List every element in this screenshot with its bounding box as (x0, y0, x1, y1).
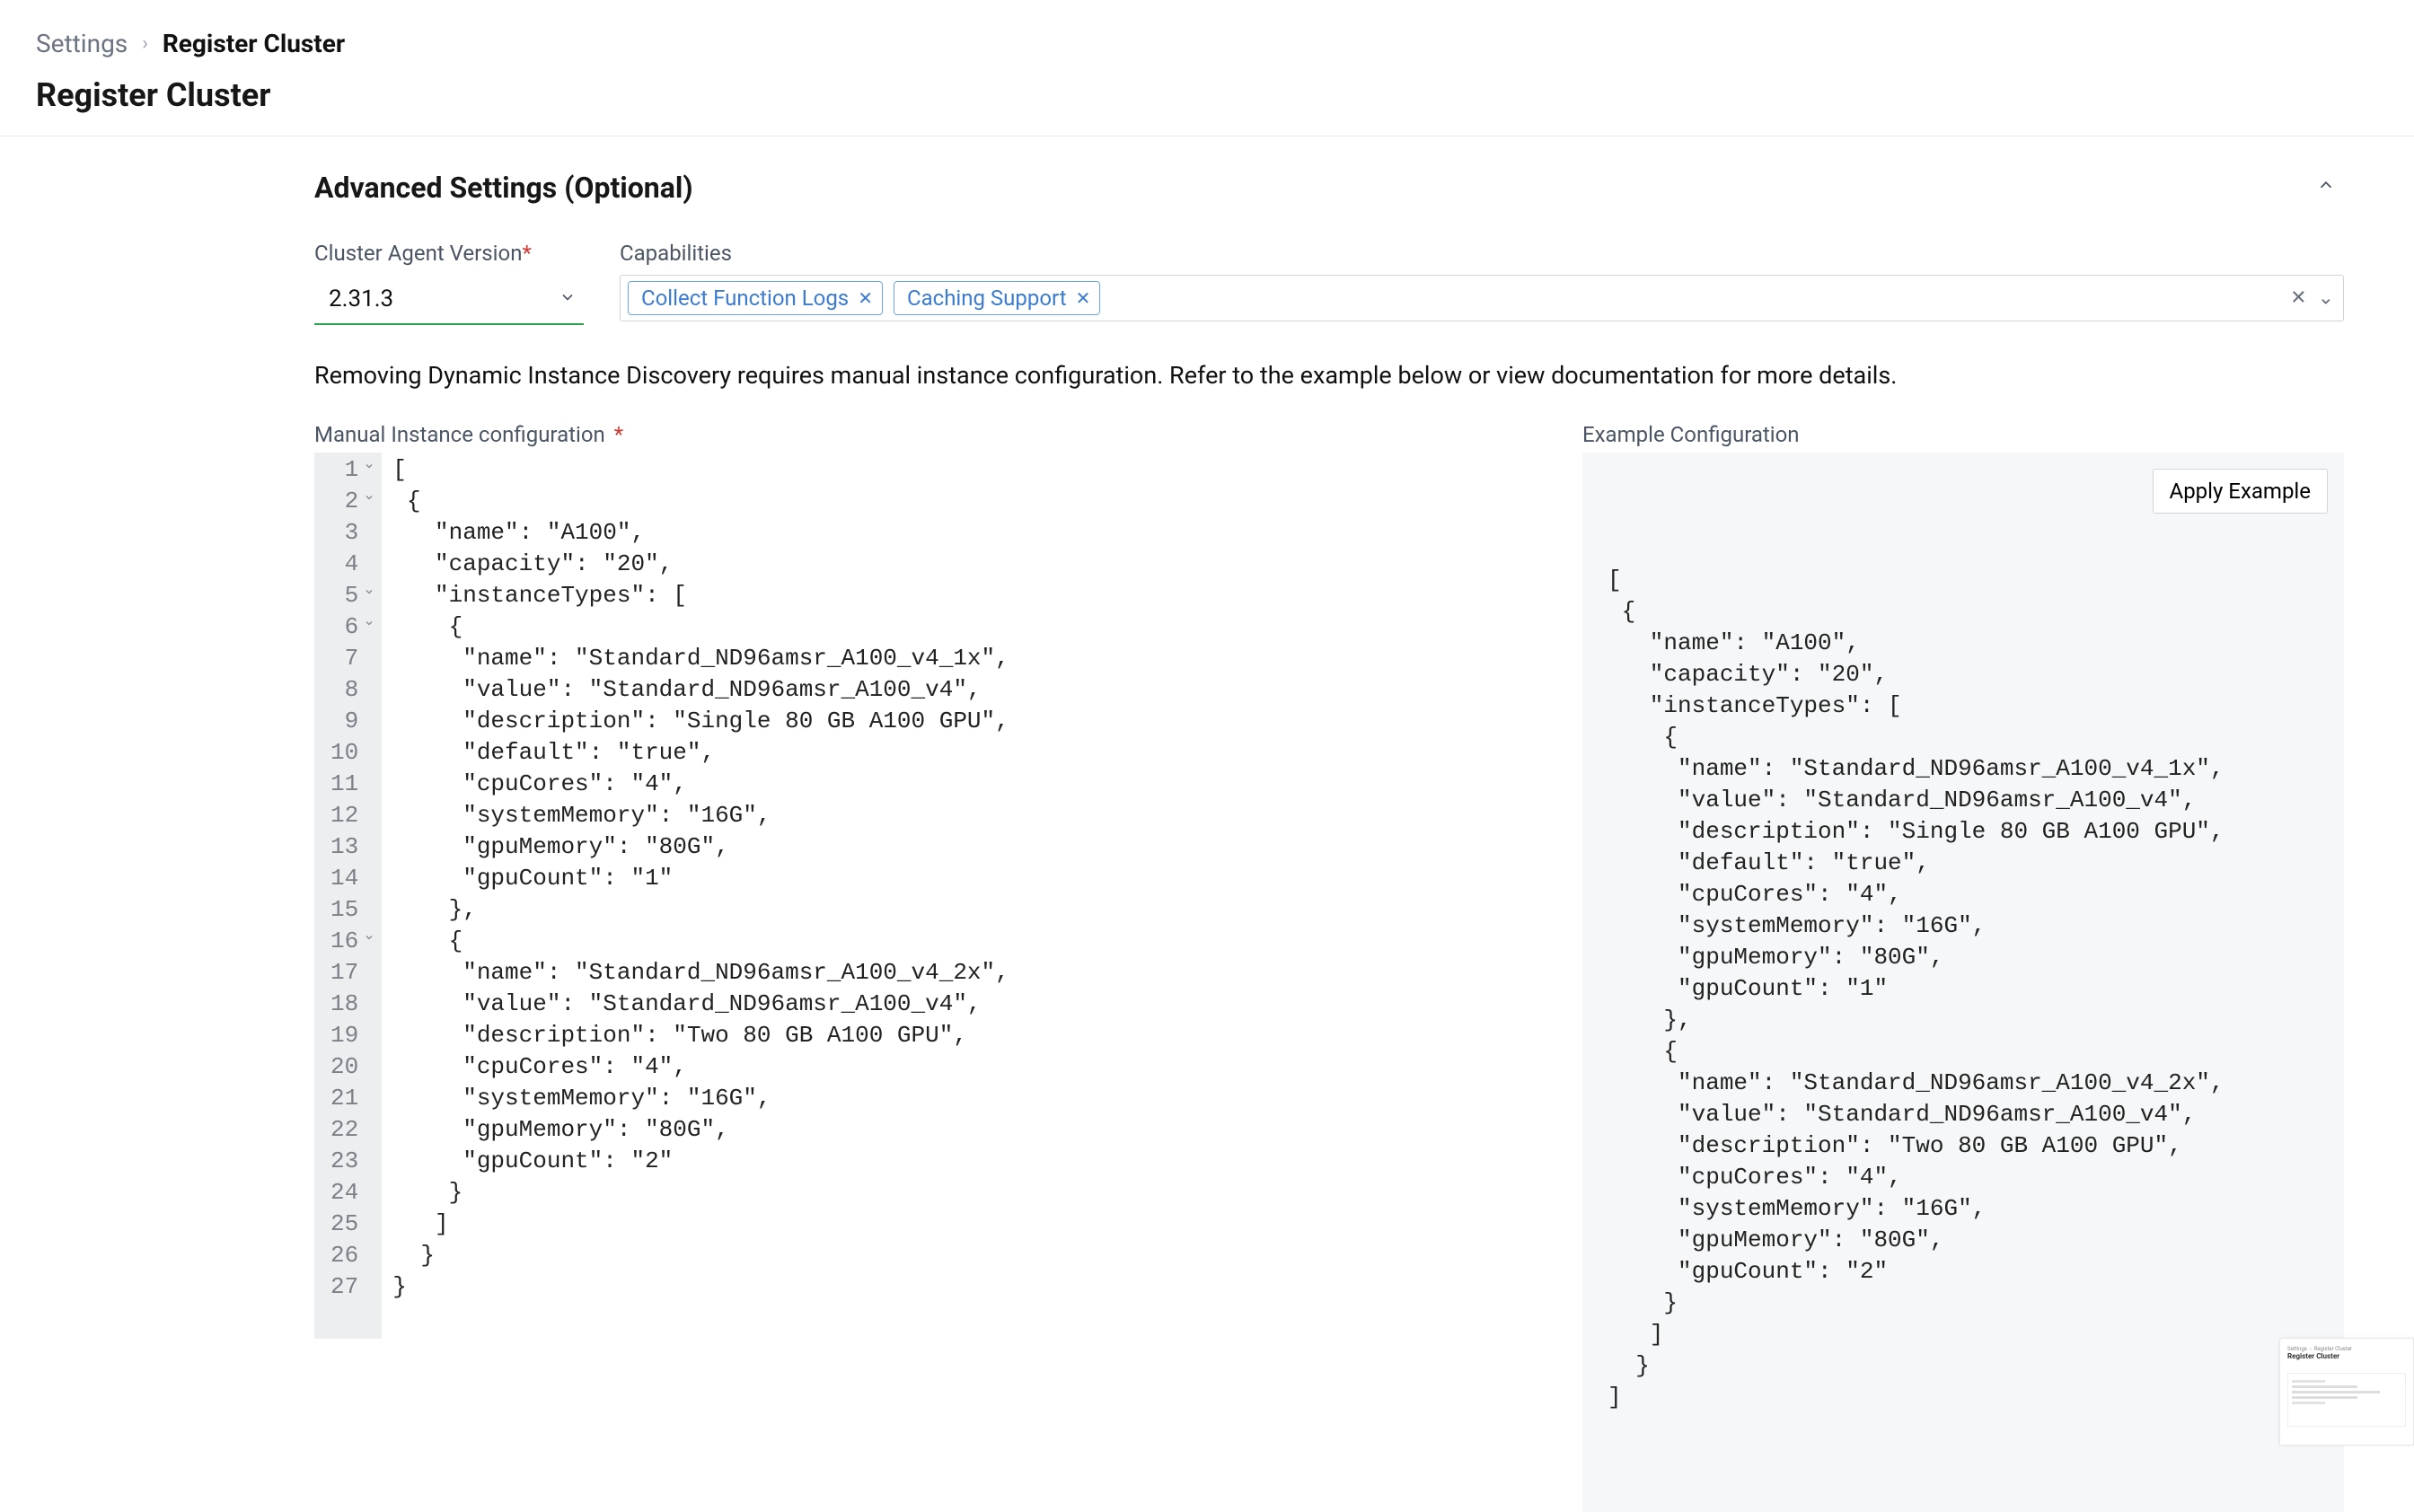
capability-chip[interactable]: Caching Support ✕ (894, 281, 1100, 315)
line-number: 15 (330, 894, 358, 926)
version-label: Cluster Agent Version* (314, 241, 584, 266)
clear-all-icon[interactable]: ✕ (2290, 287, 2306, 310)
line-number: 12 (330, 800, 358, 831)
code-line[interactable]: { (392, 611, 1009, 643)
example-code: [ { "name": "A100", "capacity": "20", "i… (1608, 565, 2322, 1413)
code-line[interactable]: { (392, 486, 1009, 517)
breadcrumb-root[interactable]: Settings (36, 29, 128, 58)
code-line[interactable]: "gpuCount": "2" (392, 1146, 1009, 1177)
line-number: 4 (330, 549, 358, 580)
code-line[interactable]: { (392, 926, 1009, 957)
code-line[interactable]: "description": "Two 80 GB A100 GPU", (392, 1020, 1009, 1051)
code-line[interactable]: "name": "Standard_ND96amsr_A100_v4_2x", (392, 957, 1009, 989)
line-number: 21 (330, 1083, 358, 1114)
manual-config-label: Manual Instance configuration * (314, 422, 1554, 447)
code-line[interactable]: }, (392, 894, 1009, 926)
remove-chip-icon[interactable]: ✕ (1076, 289, 1091, 307)
section-collapse-toggle[interactable] (2308, 175, 2344, 200)
line-number: 2 (330, 486, 358, 517)
chevron-right-icon: › (142, 32, 148, 55)
fold-toggle-icon[interactable] (364, 461, 376, 473)
fold-toggle-icon[interactable] (364, 492, 376, 505)
code-line[interactable]: } (392, 1177, 1009, 1209)
code-line[interactable]: "description": "Single 80 GB A100 GPU", (392, 706, 1009, 737)
line-number: 3 (330, 517, 358, 549)
version-select[interactable]: 2.31.3 (314, 275, 584, 325)
chevron-down-icon[interactable]: ⌄ (2318, 287, 2334, 310)
apply-example-button[interactable]: Apply Example (2153, 469, 2328, 514)
code-line[interactable]: "systemMemory": "16G", (392, 800, 1009, 831)
required-mark: * (614, 422, 623, 447)
code-line[interactable]: "gpuMemory": "80G", (392, 1114, 1009, 1146)
version-value: 2.31.3 (329, 286, 393, 312)
code-line[interactable]: "capacity": "20", (392, 549, 1009, 580)
line-number: 14 (330, 863, 358, 894)
capabilities-input[interactable]: Collect Function Logs ✕ Caching Support ✕ ✕… (620, 275, 2344, 321)
code-line[interactable]: "value": "Standard_ND96amsr_A100_v4", (392, 989, 1009, 1020)
code-line[interactable]: ] (392, 1209, 1009, 1240)
minimap-preview[interactable]: Settings › Register Cluster Register Clu… (2279, 1338, 2414, 1446)
line-number: 22 (330, 1114, 358, 1146)
capabilities-label: Capabilities (620, 241, 2344, 266)
line-number: 13 (330, 831, 358, 863)
breadcrumb: Settings › Register Cluster (0, 0, 2414, 66)
line-number: 10 (330, 737, 358, 769)
line-number: 17 (330, 957, 358, 989)
code-line[interactable]: } (392, 1271, 1009, 1303)
line-number: 26 (330, 1240, 358, 1271)
required-mark: * (522, 241, 531, 266)
remove-chip-icon[interactable]: ✕ (858, 289, 873, 307)
code-line[interactable]: "gpuMemory": "80G", (392, 831, 1009, 863)
line-number: 24 (330, 1177, 358, 1209)
page-title: Register Cluster (0, 66, 2414, 136)
capability-chip[interactable]: Collect Function Logs ✕ (628, 281, 883, 315)
fold-toggle-icon[interactable] (364, 932, 376, 945)
line-number: 11 (330, 769, 358, 800)
code-line[interactable]: "name": "Standard_ND96amsr_A100_v4_1x", (392, 643, 1009, 674)
line-number: 8 (330, 674, 358, 706)
line-number: 1 (330, 454, 358, 486)
breadcrumb-current: Register Cluster (163, 29, 345, 58)
capability-chip-label: Collect Function Logs (641, 286, 849, 311)
line-number: 25 (330, 1209, 358, 1240)
line-number: 19 (330, 1020, 358, 1051)
line-number: 5 (330, 580, 358, 611)
editor-body[interactable]: [ { "name": "A100", "capacity": "20", "i… (382, 453, 1009, 1339)
fold-toggle-icon[interactable] (364, 586, 376, 599)
line-number: 18 (330, 989, 358, 1020)
example-config-label: Example Configuration (1582, 422, 2344, 447)
line-number: 9 (330, 706, 358, 737)
line-number: 23 (330, 1146, 358, 1177)
code-line[interactable]: "cpuCores": "4", (392, 1051, 1009, 1083)
manual-config-editor[interactable]: 1234567891011121314151617181920212223242… (314, 453, 1554, 1339)
example-config-panel: Apply Example [ { "name": "A100", "capac… (1582, 453, 2344, 1512)
code-line[interactable]: "name": "A100", (392, 517, 1009, 549)
section-title: Advanced Settings (Optional) (314, 171, 693, 205)
code-line[interactable]: } (392, 1240, 1009, 1271)
editor-gutter: 1234567891011121314151617181920212223242… (314, 453, 382, 1339)
discovery-note: Removing Dynamic Instance Discovery requ… (314, 361, 2344, 422)
line-number: 16 (330, 926, 358, 957)
line-number: 20 (330, 1051, 358, 1083)
code-line[interactable]: "cpuCores": "4", (392, 769, 1009, 800)
code-line[interactable]: [ (392, 454, 1009, 486)
fold-toggle-icon[interactable] (364, 618, 376, 630)
code-line[interactable]: "systemMemory": "16G", (392, 1083, 1009, 1114)
code-line[interactable]: "instanceTypes": [ (392, 580, 1009, 611)
chevron-down-icon (559, 286, 577, 312)
code-line[interactable]: "value": "Standard_ND96amsr_A100_v4", (392, 674, 1009, 706)
line-number: 6 (330, 611, 358, 643)
line-number: 27 (330, 1271, 358, 1303)
code-line[interactable]: "gpuCount": "1" (392, 863, 1009, 894)
code-line[interactable]: "default": "true", (392, 737, 1009, 769)
line-number: 7 (330, 643, 358, 674)
capability-chip-label: Caching Support (907, 286, 1067, 311)
